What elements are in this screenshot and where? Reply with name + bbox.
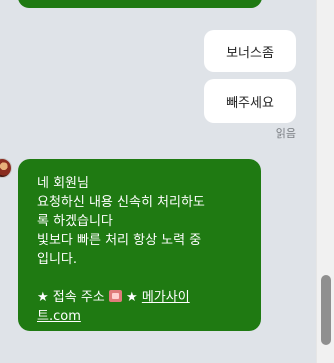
building-emoji-icon — [108, 290, 122, 302]
chat-area: 보너스좀 빼주세요 읽음 네 회원님 요청하신 내용 신속히 처리하도 록 하겠… — [0, 0, 316, 363]
site-link[interactable]: 메가사이 — [142, 290, 190, 305]
site-address-label: ★ 접속 주소 — [37, 290, 105, 305]
outgoing-message-bubble: 빼주세요 — [204, 79, 296, 123]
message-line: 록 하겠습니다 — [37, 214, 113, 229]
outgoing-message-bubble: 보너스좀 — [204, 30, 296, 72]
site-link[interactable]: 트.com — [37, 309, 81, 324]
message-text: 보너스좀 — [226, 45, 274, 61]
message-line: 요청하신 내용 신속히 처리하도 — [37, 195, 205, 210]
site-address-line: ★ 접속 주소 ★ 메가사이 — [37, 288, 243, 307]
read-receipt: 읽음 — [275, 127, 296, 140]
incoming-message-bubble: 네 회원님 요청하신 내용 신속히 처리하도 록 하겠습니다 빛보다 빠른 처리… — [18, 159, 261, 331]
message-text: 빼주세요 — [226, 95, 274, 111]
site-link-line: 트.com — [37, 307, 243, 326]
message-line: 빛보다 빠른 처리 항상 노력 중 — [37, 233, 202, 248]
scrollbar-thumb[interactable] — [321, 275, 331, 345]
message-line: 입니다. — [37, 252, 78, 267]
previous-message-bubble — [18, 0, 262, 8]
scrollbar[interactable] — [316, 0, 334, 363]
message-line: 네 회원님 — [37, 176, 89, 191]
avatar[interactable] — [0, 158, 12, 178]
star-icon: ★ — [126, 290, 138, 305]
